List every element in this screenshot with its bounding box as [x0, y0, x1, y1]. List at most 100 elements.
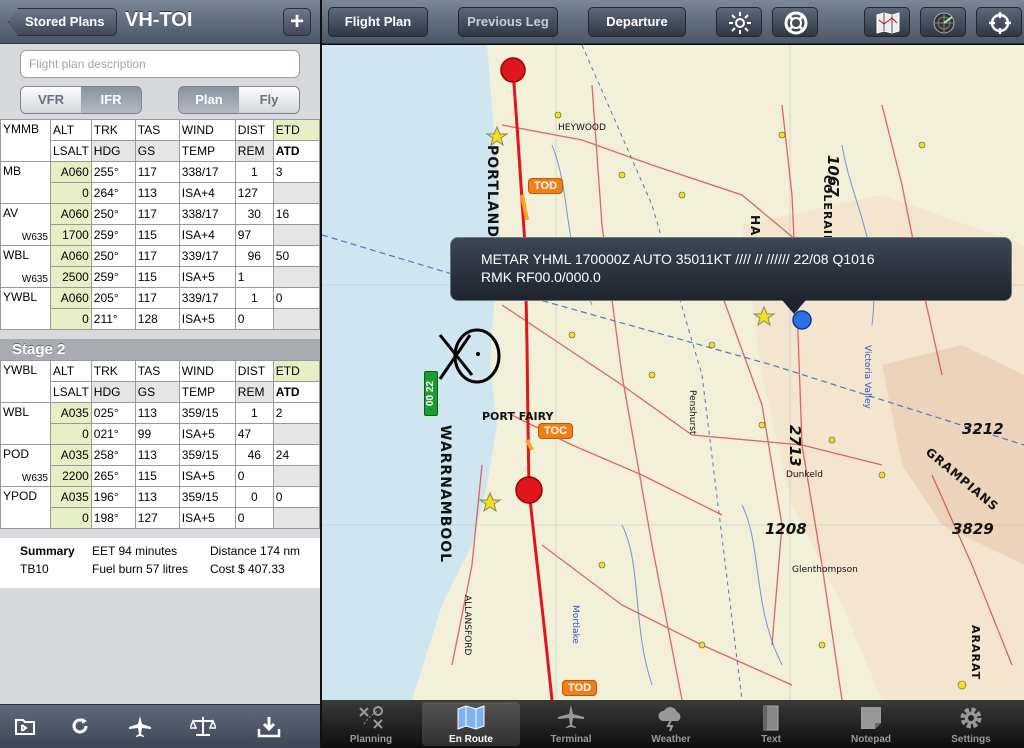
atd-cell[interactable] — [272, 266, 320, 288]
alt-cell[interactable]: A060 — [50, 161, 92, 183]
col-etd[interactable]: ETD — [272, 360, 320, 382]
tod-marker-top[interactable]: TOD — [528, 178, 564, 194]
table-row[interactable]: YPOD A035 196° 113 359/15 0 0 — [0, 486, 320, 529]
wind-cell[interactable]: 359/15 — [178, 444, 236, 466]
vfr-segment-button[interactable]: VFR — [21, 87, 81, 113]
table-row[interactable]: MB A060 255° 117 338/17 1 3 — [0, 161, 320, 204]
folder-icon[interactable] — [12, 715, 38, 741]
table-row[interactable]: WBL A035 025° 113 359/15 1 2 — [0, 402, 320, 445]
trk-cell: 250° — [90, 203, 136, 225]
wind-cell[interactable]: 339/17 — [178, 287, 236, 309]
waypoint-cell[interactable]: WBL — [0, 402, 51, 445]
table-row[interactable]: YWBL A060 205° 117 339/17 1 0 — [0, 287, 320, 330]
refresh-icon[interactable] — [67, 715, 93, 741]
temp-cell[interactable]: ISA+5 — [178, 465, 236, 487]
lsalt-cell[interactable]: 0 — [50, 423, 92, 445]
waypoint-cell[interactable]: YWBL — [0, 287, 51, 330]
table-row[interactable]: AV W635 A060 250° 117 338/17 30 16 — [0, 203, 320, 246]
flight-plan-description-input[interactable] — [20, 50, 300, 78]
alt-cell[interactable]: A060 — [50, 287, 92, 309]
map-icon — [457, 705, 485, 730]
previous-leg-button[interactable]: Previous Leg — [458, 7, 558, 37]
tod-marker-bottom[interactable]: TOD — [562, 680, 598, 696]
tas-cell[interactable]: 113 — [134, 486, 180, 508]
tas-cell[interactable]: 113 — [134, 444, 180, 466]
tas-cell[interactable]: 117 — [134, 161, 180, 183]
wind-cell[interactable]: 359/15 — [178, 402, 236, 424]
waypoint-cell[interactable]: WBL W635 — [0, 245, 51, 288]
temp-cell[interactable]: ISA+5 — [178, 423, 236, 445]
alt-cell[interactable]: A060 — [50, 203, 92, 225]
radar-button[interactable] — [920, 7, 966, 37]
alt-cell[interactable]: A060 — [50, 245, 92, 267]
origin-waypoint[interactable]: YMMB — [0, 119, 51, 162]
etd-cell: 2 — [272, 402, 320, 424]
col-etd[interactable]: ETD — [272, 119, 320, 141]
tab-weather[interactable]: Weather — [622, 702, 720, 746]
lsalt-cell[interactable]: 0 — [50, 308, 92, 330]
wind-cell[interactable]: 338/17 — [178, 161, 236, 183]
atd-cell[interactable] — [272, 182, 320, 204]
lsalt-cell[interactable]: 1700 — [50, 224, 92, 246]
stored-plans-button[interactable]: Stored Plans — [8, 8, 118, 36]
frequency-badge[interactable]: 00 22 — [424, 371, 438, 416]
temp-cell[interactable]: ISA+5 — [178, 507, 236, 529]
tab-planning[interactable]: Planning — [322, 702, 420, 746]
tab-text[interactable]: Text — [722, 702, 820, 746]
ifr-segment-button[interactable]: IFR — [81, 87, 141, 113]
col-atd: ATD — [272, 140, 320, 162]
temp-cell[interactable]: ISA+5 — [178, 266, 236, 288]
table-row[interactable]: POD W635 A035 258° 113 359/15 46 24 — [0, 444, 320, 487]
lsalt-cell[interactable]: 0 — [50, 507, 92, 529]
temp-cell[interactable]: ISA+5 — [178, 308, 236, 330]
temp-cell[interactable]: ISA+4 — [178, 224, 236, 246]
waypoint-cell[interactable]: YPOD — [0, 486, 51, 529]
aircraft-type: TB10 — [20, 562, 49, 576]
alt-cell[interactable]: A035 — [50, 486, 92, 508]
brightness-button[interactable] — [716, 7, 762, 37]
add-plan-button[interactable]: + — [283, 8, 311, 36]
temp-cell[interactable]: ISA+4 — [178, 182, 236, 204]
flight-plan-button[interactable]: Flight Plan — [328, 7, 428, 37]
fly-segment-button[interactable]: Fly — [239, 87, 299, 113]
map-layers-button[interactable] — [864, 7, 910, 37]
atd-cell[interactable] — [272, 308, 320, 330]
help-button[interactable] — [772, 7, 818, 37]
locate-button[interactable] — [976, 7, 1022, 37]
atd-cell[interactable] — [272, 465, 320, 487]
tab-en-route[interactable]: En Route — [422, 702, 520, 746]
lsalt-cell[interactable]: 2500 — [50, 266, 92, 288]
toc-marker[interactable]: TOC — [538, 423, 574, 439]
tas-cell[interactable]: 117 — [134, 287, 180, 309]
airplane-icon[interactable] — [127, 715, 153, 741]
alt-cell[interactable]: A035 — [50, 444, 92, 466]
lsalt-cell[interactable]: 0 — [50, 182, 92, 204]
lsalt-cell[interactable]: 2200 — [50, 465, 92, 487]
atd-cell[interactable] — [272, 224, 320, 246]
table-row[interactable]: WBL W635 A060 250° 117 339/17 96 50 — [0, 245, 320, 288]
balance-scale-icon[interactable] — [188, 715, 218, 741]
wind-cell[interactable]: 359/15 — [178, 486, 236, 508]
alt-cell[interactable]: A035 — [50, 402, 92, 424]
table-header-row: YWBL ALT TRK TAS WIND DIST ETD — [0, 360, 320, 403]
waypoint-cell[interactable]: MB — [0, 161, 51, 204]
tas-cell[interactable]: 113 — [134, 402, 180, 424]
metar-popup[interactable]: METAR YHML 170000Z AUTO 35011KT //// // … — [450, 237, 1012, 301]
wind-cell[interactable]: 339/17 — [178, 245, 236, 267]
tab-terminal[interactable]: Terminal — [522, 702, 620, 746]
departure-button[interactable]: Departure — [588, 7, 686, 37]
waypoint-cell[interactable]: POD W635 — [0, 444, 51, 487]
tas-cell[interactable]: 117 — [134, 245, 180, 267]
origin-waypoint[interactable]: YWBL — [0, 360, 51, 403]
waypoint-cell[interactable]: AV W635 — [0, 203, 51, 246]
tab-notepad[interactable]: Notepad — [822, 702, 920, 746]
wind-cell[interactable]: 338/17 — [178, 203, 236, 225]
atd-cell[interactable] — [272, 423, 320, 445]
tas-cell[interactable]: 117 — [134, 203, 180, 225]
atd-cell[interactable] — [272, 507, 320, 529]
en-route-chart[interactable]: PORTLAND WARRNAMBOOL PORT FAIRY HAMILTON… — [322, 45, 1024, 700]
waypoint-name: YPOD — [3, 489, 38, 503]
download-tray-icon[interactable] — [256, 715, 282, 741]
tab-settings[interactable]: Settings — [922, 702, 1020, 746]
plan-segment-button[interactable]: Plan — [179, 87, 239, 113]
